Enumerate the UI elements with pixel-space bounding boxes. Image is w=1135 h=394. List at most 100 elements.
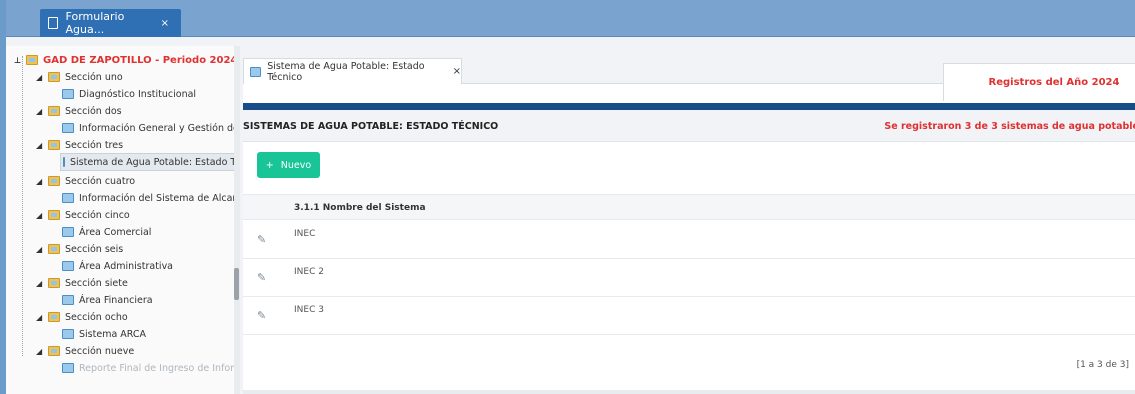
collapse-icon[interactable]: ◢ [36,279,48,288]
tree-section-label: Sección cinco [65,209,130,221]
app-frame: Formulario Agua... × ⊥ GAD DE ZAPOTILLO … [0,0,1135,394]
page-icon [62,329,74,339]
records-count-message: Se registraron 3 de 3 sistemas de agua p… [884,121,1135,132]
tree-section-3[interactable]: ◢ Sección tres [36,137,123,153]
page-icon [63,157,65,167]
table-row: ✎ INEC 3 [243,297,1135,335]
tree-section-7[interactable]: ◢ Sección siete [36,275,128,291]
close-icon[interactable]: × [161,18,169,29]
tree-item-5[interactable]: Área Comercial [62,224,151,240]
tree-root[interactable]: ⊥ GAD DE ZAPOTILLO - Periodo 2024 [14,52,236,68]
tree-item-4[interactable]: Información del Sistema de Alcanta [62,190,236,206]
folder-icon [26,55,38,65]
tree-section-8[interactable]: ◢ Sección ocho [36,309,128,325]
tab-sistema-agua-potable[interactable]: Sistema de Agua Potable: Estado Técnico … [243,58,462,84]
tree-section-6[interactable]: ◢ Sección seis [36,241,123,257]
page-icon [62,193,74,203]
folder-icon [48,210,60,220]
tree-section-label: Sección siete [65,277,128,289]
tree-section-label: Sección dos [65,105,122,117]
bottom-strip [243,390,1135,394]
folder-icon [48,106,60,116]
tree-item-label: Área Financiera [79,294,153,306]
document-tab-label: Formulario Agua... [65,10,125,36]
folder-icon [48,278,60,288]
tree-root-label: GAD DE ZAPOTILLO - Periodo 2024 [43,54,236,66]
collapse-icon[interactable]: ◢ [36,313,48,322]
tab-label: Sistema de Agua Potable: Estado Técnico [267,60,425,83]
records-content: + Nuevo 3.1.1 Nombre del Sistema ✎ INEC … [243,142,1135,394]
tree-item-9[interactable]: Reporte Final de Ingreso de Inform [62,360,236,376]
tree-scrollbar[interactable] [234,46,240,394]
collapse-icon[interactable]: ◢ [36,245,48,254]
new-button[interactable]: + Nuevo [257,152,320,178]
collapse-icon[interactable]: ◢ [36,211,48,220]
top-bar: Formulario Agua... × [6,0,1135,37]
tree-item-label: Sistema de Agua Potable: Estado T [70,156,236,168]
system-name: INEC 2 [294,267,324,277]
tree-guide-line [22,56,23,356]
system-name: INEC [294,229,316,239]
edit-icon[interactable]: ✎ [257,271,269,284]
document-tab[interactable]: Formulario Agua... × [40,9,181,37]
system-name: INEC 3 [294,305,324,315]
tree-item-7[interactable]: Área Financiera [62,292,153,308]
page-icon [62,89,74,99]
collapse-icon[interactable]: ◢ [36,107,48,116]
document-icon [48,17,58,29]
tree-section-9[interactable]: ◢ Sección nueve [36,343,134,359]
folder-icon [48,176,60,186]
tree-section-4[interactable]: ◢ Sección cuatro [36,173,135,189]
tree-item-label: Diagnóstico Institucional [79,88,197,100]
tree-item-label: Sistema ARCA [79,328,147,340]
tree-item-8[interactable]: Sistema ARCA [62,326,146,342]
tree-section-2[interactable]: ◢ Sección dos [36,103,122,119]
edit-icon[interactable]: ✎ [257,309,269,322]
tree-section-5[interactable]: ◢ Sección cinco [36,207,130,223]
tree-item-2[interactable]: Información General y Gestión de A [62,120,236,136]
collapse-icon[interactable]: ◢ [36,347,48,356]
section-title: SISTEMAS DE AGUA POTABLE: ESTADO TÉCNICO [243,121,499,132]
folder-icon [48,346,60,356]
folder-icon [48,244,60,254]
pagination-info: [1 a 3 de 3] [1076,360,1129,370]
tree-section-label: Sección ocho [65,311,128,323]
page-icon [62,227,74,237]
table-row: ✎ INEC [243,221,1135,259]
tree-item-label: Área Administrativa [79,260,174,272]
table-row: ✎ INEC 2 [243,259,1135,297]
collapse-icon[interactable]: ◢ [36,177,48,186]
page-icon [250,66,262,77]
navigation-tree: ⊥ GAD DE ZAPOTILLO - Periodo 2024 ◢ Secc… [6,46,236,394]
header-band [243,103,1135,110]
tree-section-label: Sección seis [65,243,124,255]
edit-icon[interactable]: ✎ [257,233,269,246]
page-icon [62,261,74,271]
tree-item-6[interactable]: Área Administrativa [62,258,173,274]
tree-item-label: Reporte Final de Ingreso de Inform [79,362,236,374]
tree-item-3-selected[interactable]: Sistema de Agua Potable: Estado T [60,153,236,171]
plus-icon: + [265,159,274,171]
collapse-icon[interactable]: ⊥ [14,56,26,65]
page-icon [62,123,74,133]
collapse-icon[interactable]: ◢ [36,141,48,150]
new-button-label: Nuevo [280,159,312,171]
section-header: SISTEMAS DE AGUA POTABLE: ESTADO TÉCNICO… [243,110,1135,142]
tree-section-label: Sección uno [65,71,123,83]
tree-scroll-thumb[interactable] [234,268,239,300]
tree-item-label: Información del Sistema de Alcanta [79,192,236,204]
collapse-icon[interactable]: ◢ [36,73,48,82]
tree-item-label: Área Comercial [79,226,152,238]
page-icon [62,295,74,305]
tree-section-label: Sección tres [65,139,124,151]
close-icon[interactable]: × [453,66,461,77]
folder-icon [48,312,60,322]
tree-section-1[interactable]: ◢ Sección uno [36,69,123,85]
column-header-nombre-sistema: 3.1.1 Nombre del Sistema [294,203,426,213]
tree-item-1[interactable]: Diagnóstico Institucional [62,86,196,102]
year-records-label: Registros del Año 2024 [943,63,1135,101]
folder-icon [48,140,60,150]
table-header: 3.1.1 Nombre del Sistema [243,194,1135,220]
tree-item-label: Información General y Gestión de A [79,122,236,134]
folder-icon [48,72,60,82]
